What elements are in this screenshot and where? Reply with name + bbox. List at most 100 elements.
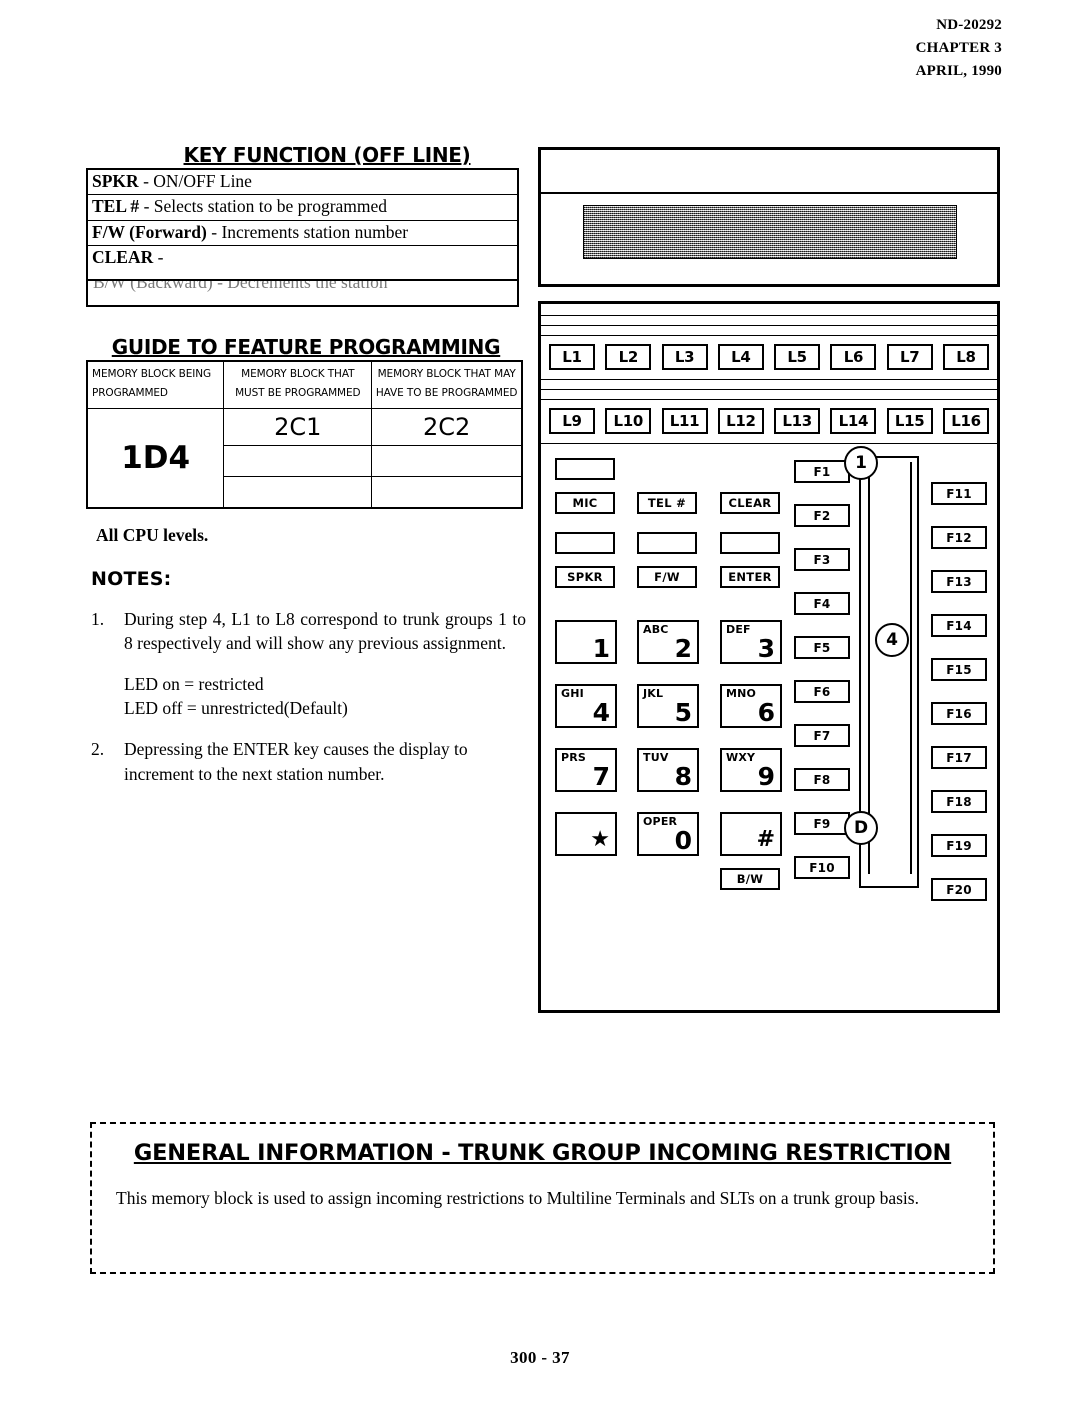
function-key-f12[interactable]: F12 (931, 526, 987, 549)
note-number: 2. (91, 739, 105, 760)
table-row: TEL # - Selects station to be programmed (87, 194, 518, 221)
dial-digit: 7 (592, 762, 610, 791)
function-key-f10[interactable]: F10 (794, 856, 850, 879)
function-key-f17[interactable]: F17 (931, 746, 987, 769)
dial-letters: DEF (726, 623, 751, 636)
line-key-l12[interactable]: L12 (717, 408, 764, 434)
function-key-f15[interactable]: F15 (931, 658, 987, 681)
dial-key-9[interactable]: WXY 9 (720, 748, 782, 792)
line-key-l7[interactable]: L7 (886, 344, 933, 370)
key-function-faded-row: B/W (Backward) - Decrements the station (86, 281, 519, 308)
function-key-f7[interactable]: F7 (794, 724, 850, 747)
dial-key-star[interactable]: ★ (555, 812, 617, 856)
note-led-off: LED off = unrestricted(Default) (124, 698, 348, 719)
line-key-l8[interactable]: L8 (942, 344, 989, 370)
line-key-l5[interactable]: L5 (774, 344, 821, 370)
line-key-l1[interactable]: L1 (549, 344, 595, 370)
guide-header-must: MEMORY BLOCK THAT MUST BE PROGRAMMED (223, 360, 373, 409)
table-row: CLEAR - (87, 246, 518, 281)
must-program-value: 2C1 (223, 407, 373, 446)
dial-digit: 2 (674, 634, 692, 663)
dial-key-1[interactable]: 1 (555, 620, 617, 664)
function-key-f14[interactable]: F14 (931, 614, 987, 637)
line-key-l13[interactable]: L13 (774, 408, 821, 434)
dial-key-hash[interactable]: # (720, 812, 782, 856)
dial-key-5[interactable]: JKL 5 (637, 684, 699, 728)
enter-led-indicator (720, 532, 780, 554)
tel-number-button[interactable]: TEL # (637, 492, 697, 514)
may-program-empty (371, 444, 523, 477)
function-key-f20[interactable]: F20 (931, 878, 987, 901)
function-key-f3[interactable]: F3 (794, 548, 850, 571)
key-name: F/W (Forward) (92, 221, 207, 242)
function-key-f8[interactable]: F8 (794, 768, 850, 791)
dial-key-3[interactable]: DEF 3 (720, 620, 782, 664)
key-function-faded-text: B/W (Backward) - Decrements the station (93, 281, 388, 293)
line-key-l16[interactable]: L16 (942, 408, 989, 434)
function-key-f18[interactable]: F18 (931, 790, 987, 813)
dial-letters: GHI (561, 687, 584, 700)
page-header: ND-20292 CHAPTER 3 APRIL, 1990 (916, 14, 1002, 82)
strip-inner-line-right (910, 462, 912, 874)
dial-letters: ABC (643, 623, 669, 636)
dial-digit: 5 (674, 698, 692, 727)
mic-button[interactable]: MIC (555, 492, 615, 514)
note-number: 1. (91, 608, 105, 629)
function-key-f13[interactable]: F13 (931, 570, 987, 593)
guide-section: GUIDE TO FEATURE PROGRAMMING MEMORY BLOC… (86, 335, 526, 509)
callout-4: 4 (875, 623, 909, 657)
left-content-column: KEY FUNCTION (OFF LINE) SPKR - ON/OFF Li… (86, 143, 526, 796)
must-program-empty (223, 444, 373, 477)
function-key-f4[interactable]: F4 (794, 592, 850, 615)
function-key-f2[interactable]: F2 (794, 504, 850, 527)
dial-letters: PRS (561, 751, 587, 764)
function-key-f11[interactable]: F11 (931, 482, 987, 505)
function-key-f16[interactable]: F16 (931, 702, 987, 725)
line-key-row-1: L1 L2 L3 L4 L5 L6 L7 L8 (541, 335, 997, 380)
panel-spacer (541, 316, 997, 325)
dial-key-7[interactable]: PRS 7 (555, 748, 617, 792)
line-key-l3[interactable]: L3 (661, 344, 708, 370)
line-key-l9[interactable]: L9 (549, 408, 595, 434)
function-key-f5[interactable]: F5 (794, 636, 850, 659)
function-key-f1[interactable]: F1 (794, 460, 850, 483)
lcd-display (583, 205, 957, 259)
line-key-l4[interactable]: L4 (717, 344, 764, 370)
dial-key-6[interactable]: MNO 6 (720, 684, 782, 728)
mic-led-indicator (555, 458, 615, 480)
header-line-1: MEMORY BLOCK THAT MAY (377, 368, 516, 381)
function-key-f19[interactable]: F19 (931, 834, 987, 857)
function-key-f6[interactable]: F6 (794, 680, 850, 703)
dial-key-0[interactable]: OPER 0 (637, 812, 699, 856)
header-line-2: MUST BE PROGRAMMED (235, 387, 361, 400)
spkr-led-indicator (555, 532, 615, 554)
dial-key-4[interactable]: GHI 4 (555, 684, 617, 728)
line-key-l2[interactable]: L2 (605, 344, 652, 370)
key-function-cell: SPKR - ON/OFF Line (87, 169, 518, 196)
may-program-empty (371, 475, 523, 509)
guide-header-may: MEMORY BLOCK THAT MAY HAVE TO BE PROGRAM… (371, 360, 523, 409)
dial-digit: 9 (757, 762, 775, 791)
dial-key-8[interactable]: TUV 8 (637, 748, 699, 792)
note-text: Depressing the ENTER key causes the disp… (124, 739, 468, 784)
function-key-f9[interactable]: F9 (794, 812, 850, 835)
chapter-label: CHAPTER 3 (915, 39, 1002, 56)
key-panel: L1 L2 L3 L4 L5 L6 L7 L8 L9 L10 L11 L12 L… (538, 301, 1000, 1013)
bw-button[interactable]: B/W (720, 868, 780, 890)
document-number: ND-20292 (936, 17, 1002, 33)
keypad-area: MIC TEL # CLEAR SPKR F/W ENTER 1 ABC 2 D… (541, 446, 997, 926)
spkr-button[interactable]: SPKR (555, 566, 615, 588)
key-function-cell: TEL # - Selects station to be programmed (87, 194, 518, 221)
fw-led-indicator (637, 532, 697, 554)
enter-button[interactable]: ENTER (720, 566, 780, 588)
fw-button[interactable]: F/W (637, 566, 697, 588)
dial-key-2[interactable]: ABC 2 (637, 620, 699, 664)
key-description: - (157, 247, 164, 268)
clear-button[interactable]: CLEAR (720, 492, 780, 514)
line-key-l10[interactable]: L10 (605, 408, 652, 434)
key-function-cell: CLEAR - (87, 246, 518, 281)
line-key-l15[interactable]: L15 (886, 408, 933, 434)
line-key-l11[interactable]: L11 (661, 408, 708, 434)
line-key-l14[interactable]: L14 (830, 408, 877, 434)
line-key-l6[interactable]: L6 (830, 344, 877, 370)
